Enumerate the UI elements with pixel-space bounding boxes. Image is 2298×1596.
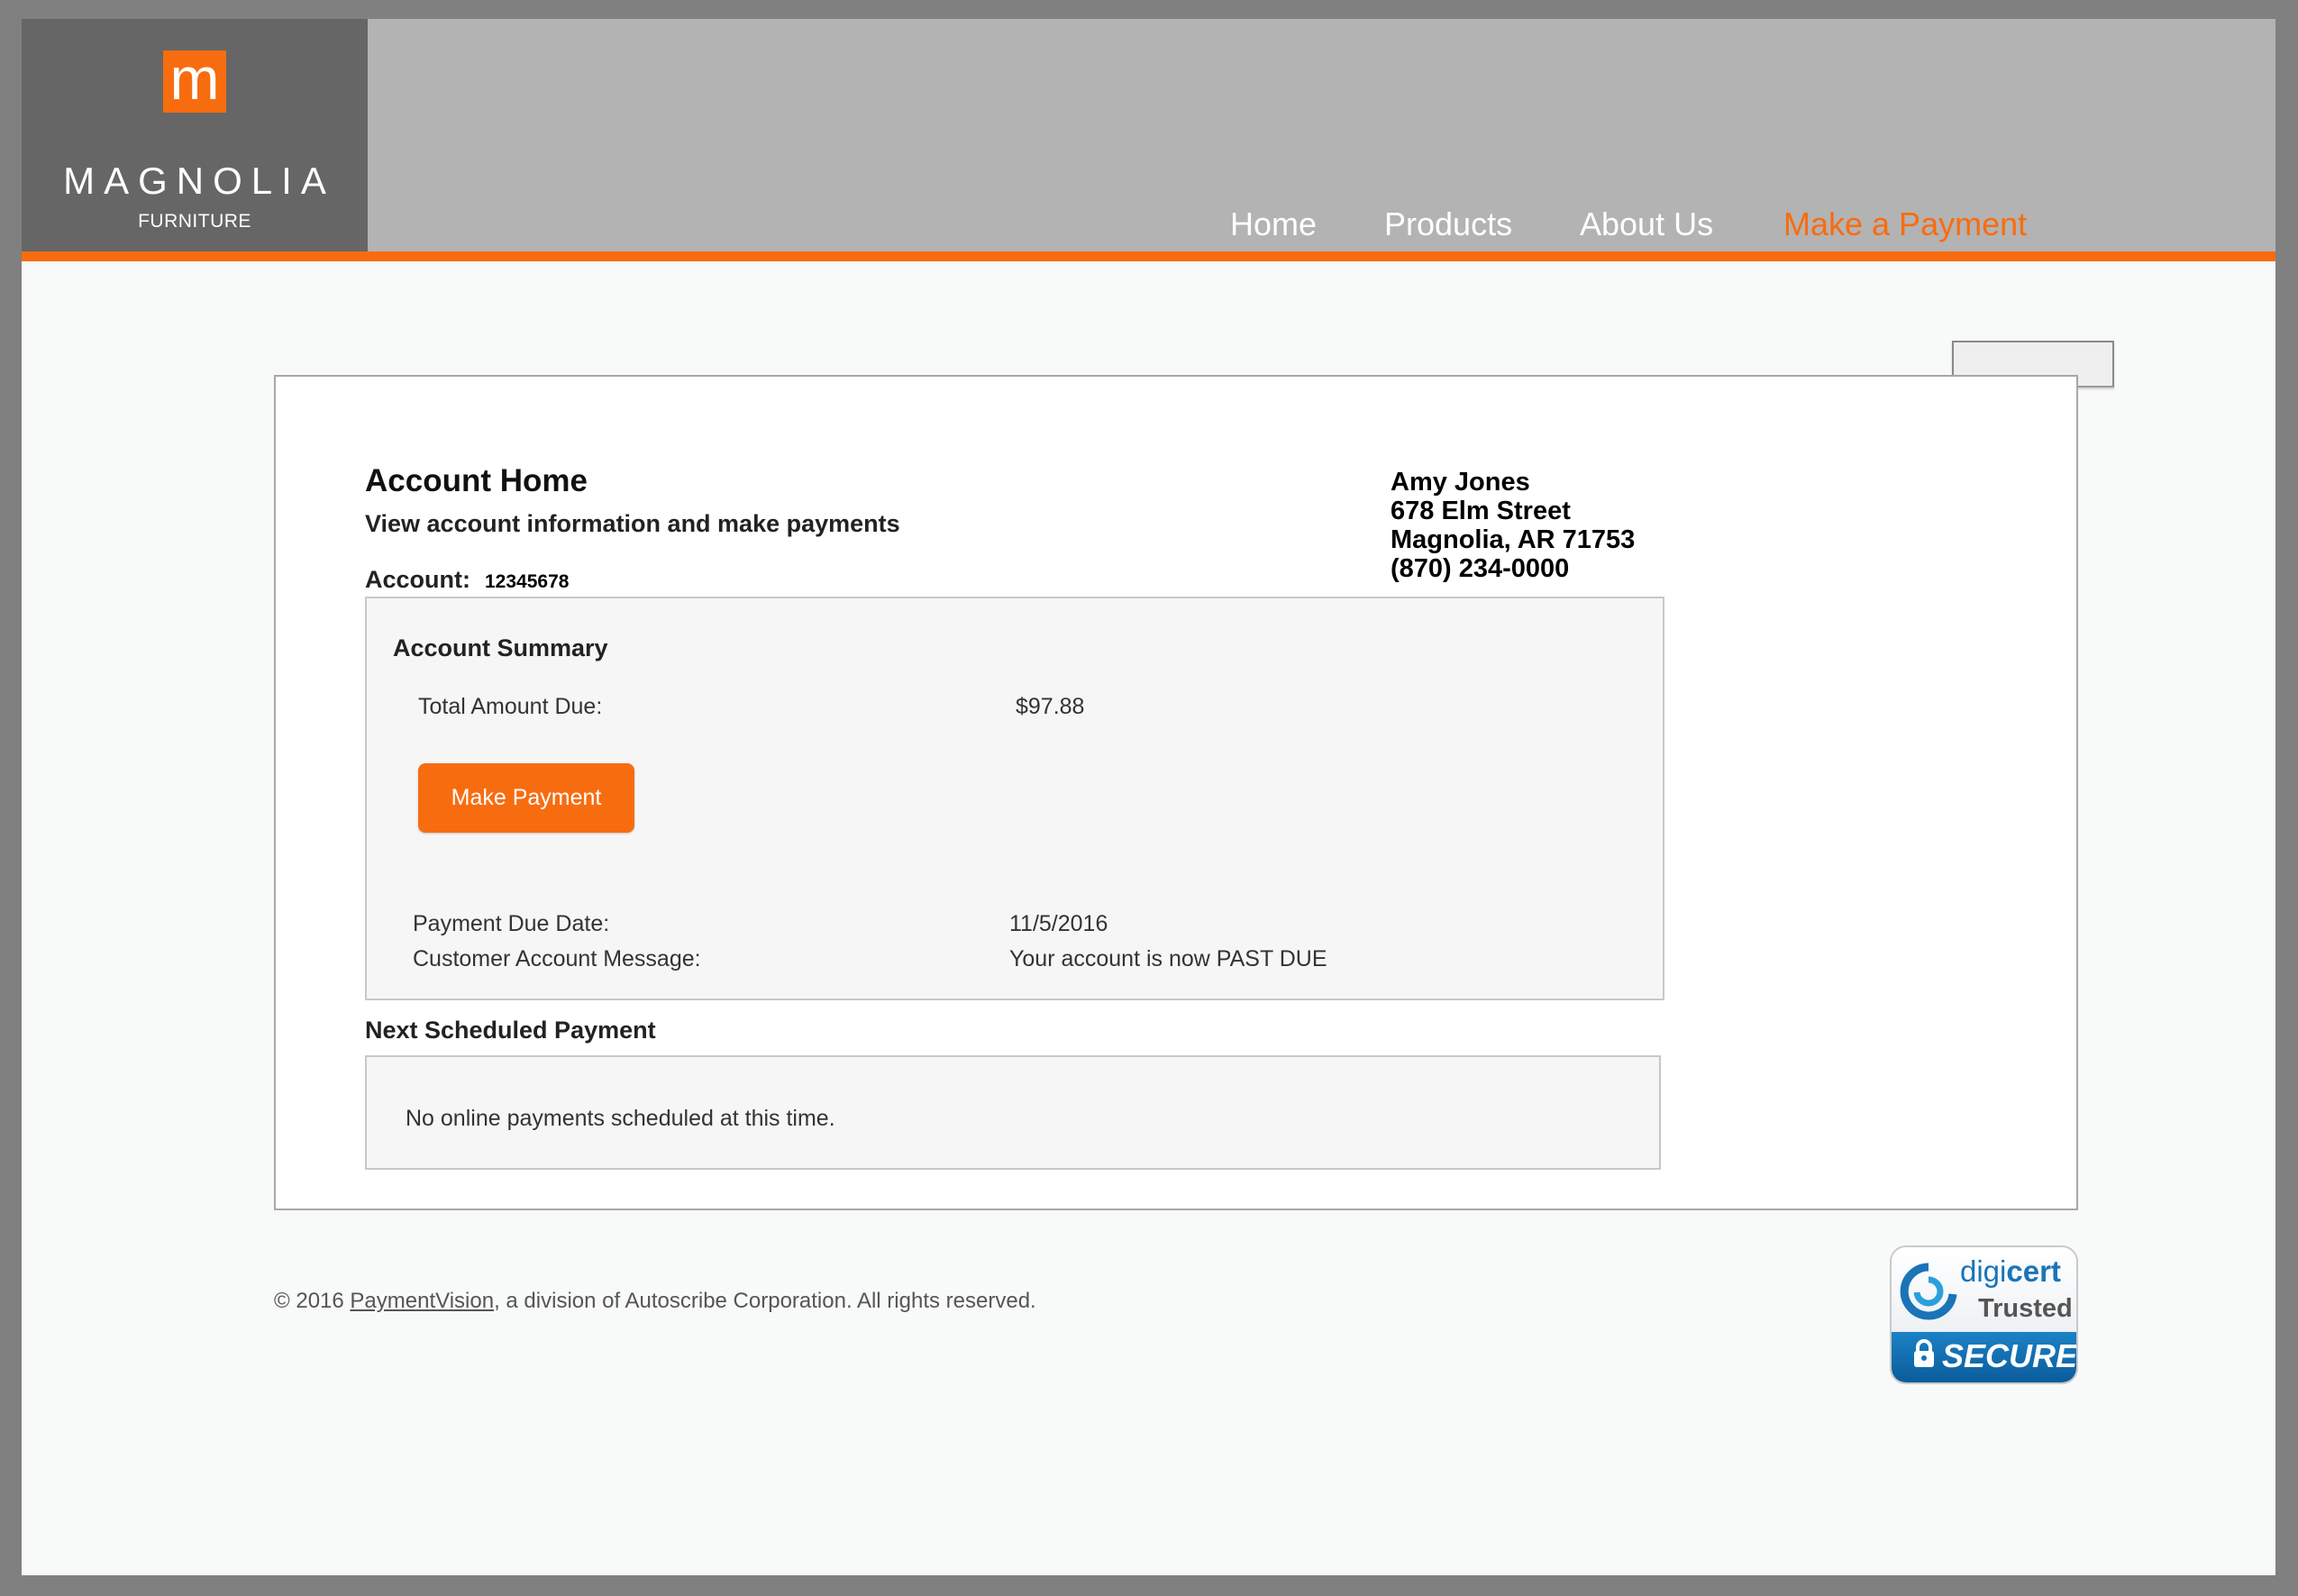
brand-logo[interactable]: m MAGNOLIA FURNITURE — [22, 19, 368, 251]
nav-make-a-payment[interactable]: Make a Payment — [1783, 205, 2027, 243]
paymentvision-link[interactable]: PaymentVision — [350, 1289, 494, 1313]
seal-trusted: Trusted — [1978, 1294, 2073, 1323]
page-title: Account Home — [365, 463, 588, 498]
brand-subtitle: FURNITURE — [138, 211, 251, 232]
account-number: 12345678 — [485, 571, 570, 592]
no-scheduled-payments-message: No online payments scheduled at this tim… — [406, 1106, 835, 1131]
account-message-label: Customer Account Message: — [413, 946, 701, 971]
account-message-value: Your account is now PAST DUE — [1009, 946, 1327, 971]
customer-address: Amy Jones 678 Elm Street Magnolia, AR 71… — [1391, 468, 1635, 583]
customer-street: 678 Elm Street — [1391, 497, 1571, 525]
nav-products[interactable]: Products — [1384, 205, 1512, 243]
customer-phone: (870) 234-0000 — [1391, 554, 1570, 583]
seal-digi: digi — [1960, 1254, 2007, 1288]
seal-cert: cert — [2006, 1254, 2061, 1288]
customer-name: Amy Jones — [1391, 468, 1530, 497]
footer-copyright: © 2016 PaymentVision, a division of Auto… — [274, 1289, 1036, 1314]
total-amount-value: $97.88 — [1016, 694, 1085, 719]
page-frame: m MAGNOLIA FURNITURE Home Products About… — [22, 19, 2275, 1575]
footer-prefix: © 2016 — [274, 1289, 351, 1313]
payment-due-date-value: 11/5/2016 — [1009, 911, 1108, 936]
customer-city: Magnolia, AR 71753 — [1391, 525, 1636, 554]
account-summary-title: Account Summary — [393, 634, 608, 661]
lock-icon — [1914, 1339, 1934, 1367]
make-payment-button[interactable]: Make Payment — [418, 763, 634, 833]
seal-digicert-text: digicert — [1960, 1254, 2061, 1289]
brand-name: MAGNOLIA — [63, 160, 335, 202]
digicert-swirl-icon — [1900, 1263, 1957, 1320]
nav-about-us[interactable]: About Us — [1580, 205, 1713, 243]
page-subtitle: View account information and make paymen… — [365, 510, 900, 537]
payment-due-date-label: Payment Due Date: — [413, 911, 610, 936]
account-label: Account: — [365, 566, 470, 593]
header-accent-bar — [22, 251, 2275, 261]
nav-home[interactable]: Home — [1230, 205, 1317, 243]
site-header: m MAGNOLIA FURNITURE Home Products About… — [22, 19, 2275, 251]
seal-secure: SECURE — [1942, 1337, 2078, 1374]
footer-suffix: , a division of Autoscribe Corporation. … — [494, 1289, 1036, 1313]
logo-mark-icon: m — [163, 49, 226, 113]
digicert-seal[interactable]: digicert Trusted SECURE — [1890, 1245, 2078, 1384]
total-amount-label: Total Amount Due: — [418, 694, 603, 719]
next-scheduled-payment-title: Next Scheduled Payment — [365, 1017, 656, 1044]
